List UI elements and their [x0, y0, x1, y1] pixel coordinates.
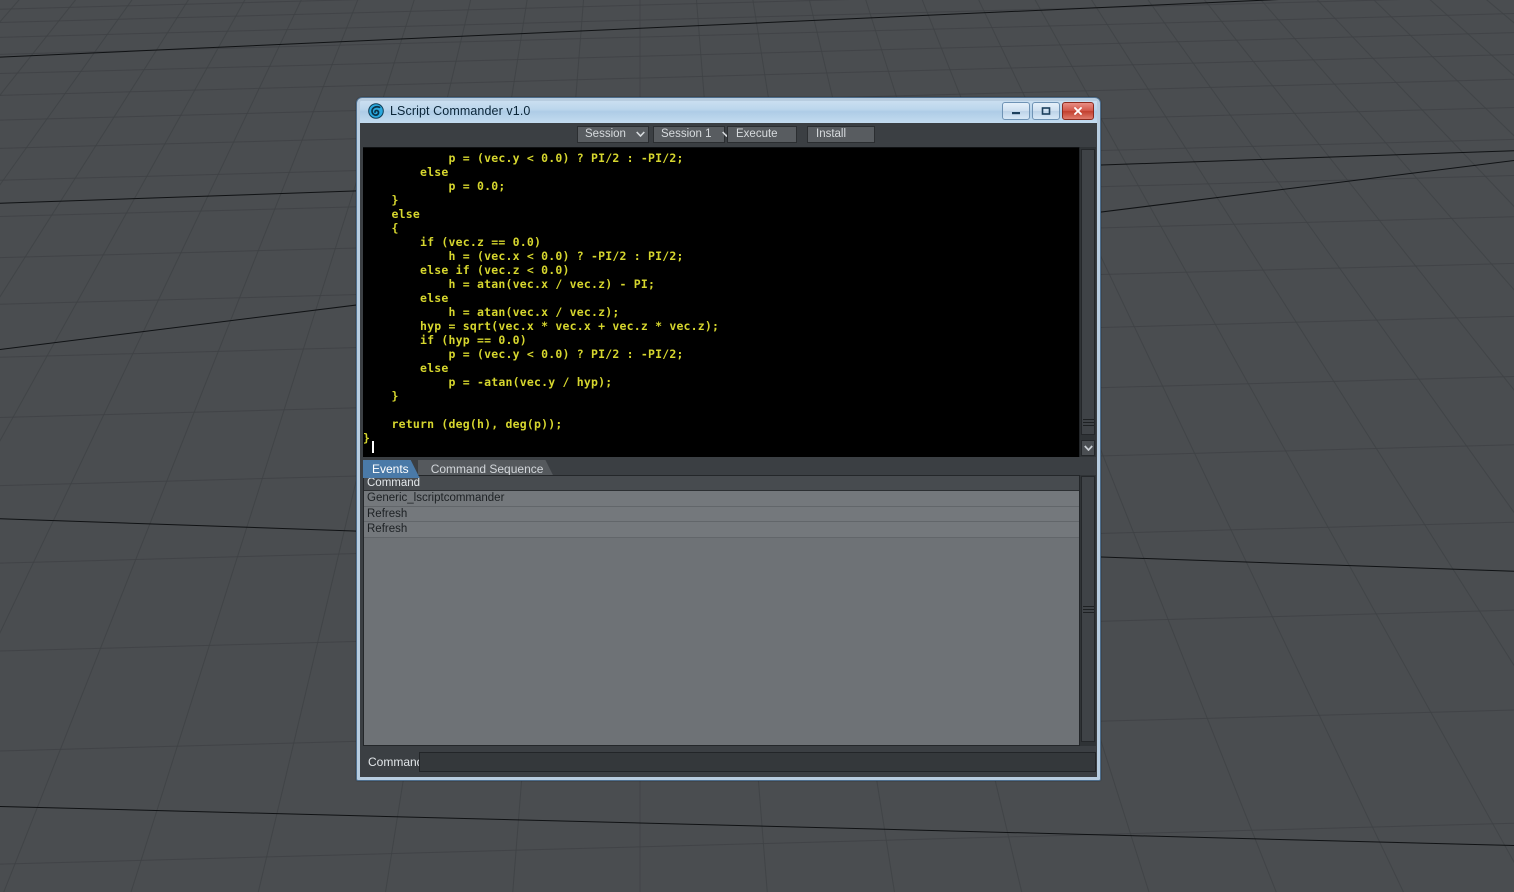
editor-scroll-down-button[interactable]: [1081, 440, 1095, 456]
execute-label: Execute: [736, 128, 778, 140]
list-scroll-thumb[interactable]: [1081, 476, 1095, 742]
column-header-command: Command: [367, 477, 421, 489]
tab-command-sequence-label: Command Sequence: [430, 462, 544, 476]
list-item-command: Refresh: [367, 523, 408, 536]
event-list-region: Command Generic_lscriptcommander Refresh…: [363, 475, 1096, 746]
lightwave-spiral-icon: [368, 102, 384, 119]
command-bar: Command: [363, 751, 1096, 773]
execute-button[interactable]: Execute: [727, 125, 797, 143]
list-item[interactable]: Refresh: [364, 506, 1079, 522]
command-input[interactable]: [419, 752, 1096, 772]
close-button[interactable]: [1062, 101, 1094, 120]
tab-events-label: Events: [372, 462, 409, 476]
script-editor[interactable]: p = (vec.y < 0.0) ? PI/2 : -PI/2; else p…: [363, 147, 1079, 457]
grip-handle: [1082, 417, 1094, 428]
list-item-command: Generic_lscriptcommander: [367, 492, 505, 505]
chevron-down-icon: [636, 128, 645, 140]
script-editor-region: p = (vec.y < 0.0) ? PI/2 : -PI/2; else p…: [363, 147, 1096, 457]
window-titlebar[interactable]: LScript Commander v1.0: [360, 101, 1097, 123]
session-instance-value: Session 1: [661, 128, 712, 140]
list-item[interactable]: Refresh: [364, 522, 1079, 538]
list-item[interactable]: Generic_lscriptcommander: [364, 491, 1079, 507]
window-client-area: LScript Commander v1.0 Session Session 1…: [360, 101, 1097, 777]
grip-handle: [1082, 604, 1094, 615]
window-controls: [1002, 101, 1094, 120]
minimize-button[interactable]: [1002, 101, 1030, 120]
session-type-value: Session: [585, 128, 626, 140]
window-title: LScript Commander v1.0: [390, 103, 531, 118]
text-caret: [372, 441, 374, 453]
list-column-header: Command: [364, 476, 1079, 491]
editor-scroll-thumb[interactable]: [1081, 149, 1095, 435]
tab-events[interactable]: Events: [363, 460, 420, 478]
command-label: Command: [368, 755, 424, 769]
lscript-commander-window: LScript Commander v1.0 Session Session 1…: [356, 97, 1101, 781]
install-button[interactable]: Install: [807, 125, 875, 143]
script-source-text: p = (vec.y < 0.0) ? PI/2 : -PI/2; else p…: [363, 151, 720, 445]
list-item-command: Refresh: [367, 507, 408, 520]
maximize-button[interactable]: [1032, 101, 1060, 120]
toolbar-controls: Session Session 1 Execute Install: [577, 125, 877, 143]
session-instance-select[interactable]: Session 1: [653, 125, 731, 143]
session-type-select[interactable]: Session: [577, 125, 649, 143]
editor-vertical-scrollbar[interactable]: [1079, 147, 1096, 457]
event-list[interactable]: Command Generic_lscriptcommander Refresh…: [363, 475, 1079, 746]
toolbar: Session Session 1 Execute Install: [360, 123, 1097, 145]
list-vertical-scrollbar[interactable]: [1079, 475, 1096, 746]
install-label: Install: [816, 128, 847, 140]
